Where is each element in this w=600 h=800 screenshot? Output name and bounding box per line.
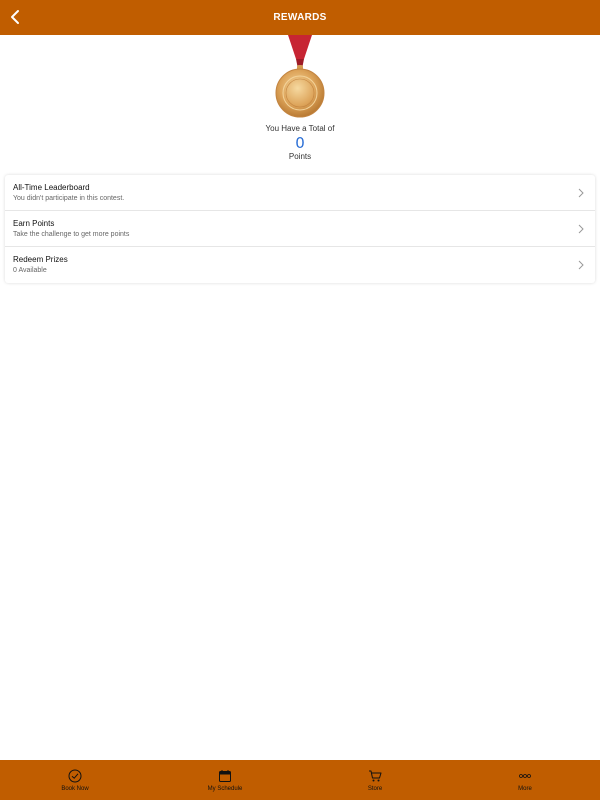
menu-item-title: All-Time Leaderboard: [13, 183, 90, 192]
chevron-right-icon: [578, 260, 584, 270]
menu-item-subtitle: You didn't participate in this contest.: [13, 195, 125, 202]
tab-label: Store: [367, 785, 383, 792]
tab-book-now[interactable]: Book Now: [0, 760, 150, 800]
tab-label: My Schedule: [207, 785, 243, 792]
menu-item-earn-points[interactable]: Earn Points Take the challenge to get mo…: [5, 211, 595, 247]
menu-item-redeem-prizes[interactable]: Redeem Prizes 0 Available: [5, 247, 595, 283]
chevron-right-icon: [578, 188, 584, 198]
tab-label: More: [518, 785, 532, 792]
tab-more[interactable]: More: [450, 760, 600, 800]
menu-item-leaderboard[interactable]: All-Time Leaderboard You didn't particip…: [5, 175, 595, 211]
tab-store[interactable]: Store: [300, 760, 450, 800]
points-summary: You Have a Total of 0 Points: [0, 35, 600, 165]
points-value: 0: [295, 134, 305, 152]
check-circle-icon: [68, 769, 82, 782]
chevron-right-icon: [578, 224, 584, 234]
page-title: REWARDS: [273, 12, 327, 23]
menu-item-subtitle: Take the challenge to get more points: [13, 231, 130, 238]
menu-item-title: Earn Points: [13, 219, 55, 228]
tab-my-schedule[interactable]: My Schedule: [150, 760, 300, 800]
points-unit-label: Points: [288, 152, 312, 161]
bottom-tab-bar: Book Now My Schedule Store More: [0, 760, 600, 800]
rewards-menu: All-Time Leaderboard You didn't particip…: [5, 175, 595, 283]
app-header: REWARDS: [0, 0, 600, 35]
menu-item-subtitle: 0 Available: [13, 267, 47, 274]
points-total-label: You Have a Total of: [265, 124, 335, 133]
tab-label: Book Now: [61, 785, 89, 792]
back-arrow-icon[interactable]: [6, 7, 26, 27]
calendar-icon: [219, 769, 231, 782]
medal-icon: [275, 35, 325, 118]
more-icon: [519, 773, 531, 778]
cart-icon: [369, 770, 382, 781]
menu-item-title: Redeem Prizes: [13, 255, 68, 264]
